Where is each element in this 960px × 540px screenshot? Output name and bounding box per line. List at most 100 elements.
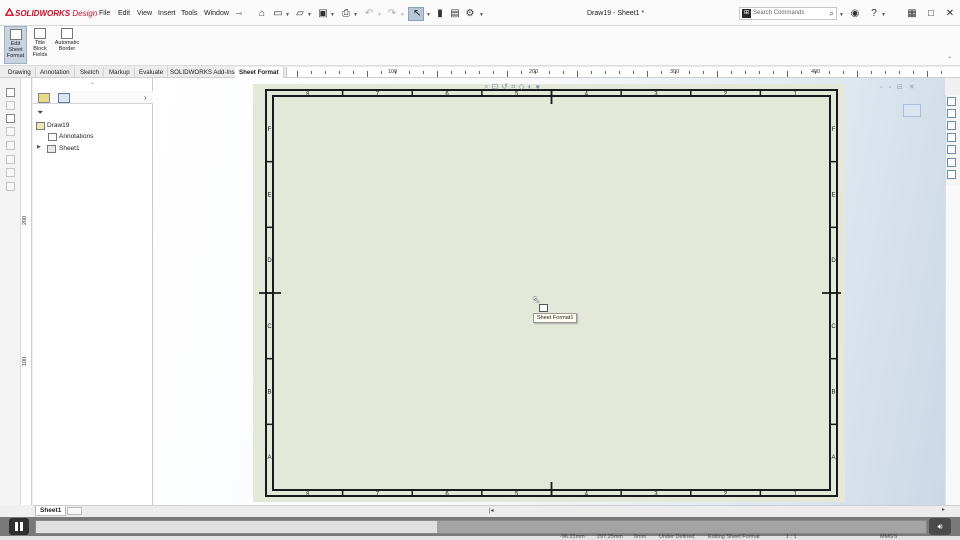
sheet-tab-sheet1[interactable]: Sheet1	[35, 506, 67, 516]
ruler-tick	[605, 71, 606, 74]
tab-drawing[interactable]: Drawing	[4, 67, 36, 78]
vruler-label-100: 100	[22, 356, 28, 366]
options-gear-icon[interactable]: ⚙	[464, 8, 476, 19]
tab-sketch[interactable]: Sketch	[76, 67, 104, 78]
menu-edit[interactable]: Edit	[118, 10, 130, 17]
ruler-tick	[885, 71, 886, 74]
menu-window[interactable]: Window	[204, 10, 229, 17]
forum-icon[interactable]	[947, 170, 956, 179]
search-commands-input[interactable]: ⊞ Search Commands ⌕	[739, 7, 837, 20]
expand-arrow-icon[interactable]: ▶	[37, 144, 41, 150]
ruler-tick	[689, 71, 690, 74]
new-document-icon[interactable]: ▭	[272, 8, 284, 19]
menu-file[interactable]: File	[99, 10, 110, 17]
dimension-icon[interactable]	[6, 182, 15, 191]
volume-button[interactable]: 🔊︎	[929, 518, 951, 535]
doc-close-icon[interactable]: ✕	[909, 84, 921, 91]
title-block-fields-button[interactable]: Title Block Fields	[29, 26, 51, 64]
expand-panel-icon[interactable]: ›	[144, 93, 147, 102]
help-icon[interactable]: ?	[868, 8, 880, 19]
home-icon[interactable]: ⌂	[256, 8, 268, 19]
tree-item-root[interactable]: Draw19	[47, 122, 69, 129]
pin-icon[interactable]: ⊸	[233, 8, 245, 19]
select-dropdown-icon[interactable]: ▼	[426, 12, 431, 18]
custom-properties-icon[interactable]	[947, 158, 956, 167]
help-dropdown-icon[interactable]: ▼	[881, 12, 886, 18]
options-dropdown-icon[interactable]: ▼	[479, 12, 484, 18]
window-tile-icon[interactable]: ▦	[906, 8, 918, 19]
solidworks-resources-icon[interactable]	[947, 97, 956, 106]
add-sheet-icon[interactable]	[67, 507, 82, 515]
menu-insert[interactable]: Insert	[158, 10, 176, 17]
menu-tools[interactable]: Tools	[181, 10, 197, 17]
tab-solidworks-add-ins[interactable]: SOLIDWORKS Add-Ins	[166, 67, 240, 78]
maximize-icon[interactable]: □	[925, 8, 937, 19]
file-properties-icon[interactable]: ▤	[449, 8, 461, 19]
save-dropdown-icon[interactable]: ▼	[330, 12, 335, 18]
zone-row-label-left: E	[267, 193, 271, 199]
outer-border	[265, 89, 838, 497]
rotate-view-icon[interactable]	[6, 101, 15, 110]
filter-icon[interactable]: ⏷	[37, 108, 43, 118]
feature-tree-tab-icon[interactable]	[38, 93, 50, 103]
undo-dropdown-icon[interactable]: ▼	[377, 12, 382, 18]
ruler-tick	[619, 71, 620, 74]
redraw-icon[interactable]	[6, 141, 15, 150]
previous-view-icon[interactable]: ↺	[501, 82, 511, 91]
menu-view[interactable]: View	[137, 10, 152, 17]
collapse-ribbon-icon[interactable]: ⌃	[947, 56, 952, 63]
open-dropdown-icon[interactable]: ▼	[307, 12, 312, 18]
open-icon[interactable]: ▱	[294, 8, 306, 19]
save-icon[interactable]: ▣	[317, 8, 329, 19]
tab-annotation[interactable]: Annotation	[36, 67, 75, 78]
inner-border	[272, 95, 831, 491]
panel-grip-icon[interactable]: ⌃	[90, 82, 95, 89]
ruler-tick	[381, 71, 382, 74]
ruler-tick	[437, 71, 438, 77]
appearances-icon[interactable]	[947, 145, 956, 154]
tab-sheet-format[interactable]: Sheet Format	[235, 67, 284, 78]
heads-up-toolbar[interactable]: ⌕⊡↺⌗◇◐●	[484, 82, 543, 92]
print-icon[interactable]: ⎙	[340, 8, 352, 19]
user-icon[interactable]: ◉	[849, 8, 861, 19]
sheet-icon[interactable]	[6, 88, 15, 97]
tab-markup[interactable]: Markup	[105, 67, 135, 78]
tree-item-sheet[interactable]: Sheet1	[59, 145, 80, 152]
property-manager-tab-icon[interactable]	[58, 93, 70, 103]
view-orientation-icon[interactable]	[903, 104, 921, 117]
sheet-format-border[interactable]: 8877665544332211F FE ED DC CB BA A	[253, 84, 845, 502]
view-palette-icon[interactable]	[947, 133, 956, 142]
file-explorer-icon[interactable]	[947, 121, 956, 130]
zoom-icon[interactable]	[6, 114, 15, 123]
scroll-right-icon[interactable]: ▸	[942, 506, 945, 513]
tab-evaluate[interactable]: Evaluate	[135, 67, 169, 78]
tree-item-annotations[interactable]: Annotations	[59, 133, 93, 140]
appearance-icon[interactable]: ●	[535, 82, 543, 91]
zone-row-label-left: B	[267, 390, 271, 396]
pan-icon[interactable]	[6, 127, 15, 136]
doc-tile-icon[interactable]: ▫	[888, 84, 896, 91]
line-icon[interactable]	[6, 155, 15, 164]
edit-sheet-format-button[interactable]: Edit Sheet Format	[4, 26, 27, 64]
search-icon[interactable]: ⌕	[830, 8, 834, 19]
automatic-border-button[interactable]: Automatic Border	[52, 26, 82, 64]
redo-icon[interactable]: ↷	[386, 8, 398, 19]
redo-dropdown-icon[interactable]: ▼	[400, 12, 405, 18]
search-dropdown-icon[interactable]: ▼	[839, 12, 844, 18]
doc-minimize-icon[interactable]: ⊟	[897, 84, 909, 91]
undo-icon[interactable]: ↶	[363, 8, 375, 19]
app-logo[interactable]: SOLIDWORKS Design	[5, 8, 97, 18]
select-tool-button[interactable]: ↖	[408, 7, 424, 21]
new-dropdown-icon[interactable]: ▼	[285, 12, 290, 18]
traffic-light-icon[interactable]: ▮	[434, 8, 446, 19]
pause-icon	[15, 522, 18, 531]
scroll-divider-icon[interactable]: |◂	[489, 507, 494, 514]
zoom-area-icon[interactable]: ⊡	[491, 82, 501, 91]
print-dropdown-icon[interactable]: ▼	[353, 12, 358, 18]
pause-button[interactable]	[9, 518, 29, 535]
design-library-icon[interactable]	[947, 109, 956, 118]
display-style-icon[interactable]: ◇	[518, 82, 527, 91]
rectangle-icon[interactable]	[6, 168, 15, 177]
ruler-tick	[633, 71, 634, 74]
close-icon[interactable]: ✕	[944, 8, 956, 19]
